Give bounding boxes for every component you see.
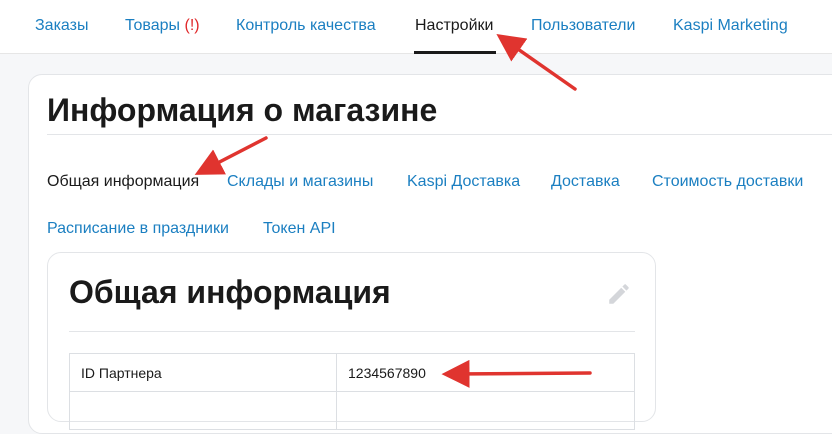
subtab-kaspi-delivery[interactable]: Kaspi Доставка [407,172,520,192]
tab-quality-control[interactable]: Контроль качества [236,16,376,36]
table-row: ID Партнера 1234567890 [69,353,635,392]
subtab-api-token[interactable]: Токен API [263,219,336,239]
subtab-holiday-schedule[interactable]: Расписание в праздники [47,219,229,239]
subtab-delivery-cost[interactable]: Стоимость доставки [652,172,803,192]
divider [69,331,635,332]
tab-settings[interactable]: Настройки [415,16,493,36]
subtab-delivery[interactable]: Доставка [551,172,620,192]
active-tab-indicator [414,51,496,54]
warning-badge: (!) [184,17,200,34]
tab-products[interactable]: Товары (!) [125,16,200,36]
top-navigation: Заказы Товары (!) Контроль качества Наст… [0,0,832,54]
table-row [69,391,635,430]
subtab-general-info[interactable]: Общая информация [47,172,199,192]
info-table: ID Партнера 1234567890 [69,353,635,430]
tab-products-label: Товары [125,17,181,34]
partner-id-value: 1234567890 [336,353,635,392]
tab-kaspi-marketing[interactable]: Kaspi Marketing [673,16,788,36]
tab-users[interactable]: Пользователи [531,16,635,36]
pencil-icon[interactable] [606,281,632,307]
tab-orders[interactable]: Заказы [35,16,88,36]
table-cell [336,391,635,430]
page-title: Информация о магазине [47,92,438,128]
subtab-warehouses[interactable]: Склады и магазины [227,172,373,192]
partner-id-label: ID Партнера [69,353,337,392]
section-title: Общая информация [69,274,391,310]
table-cell [69,391,337,430]
divider [47,134,832,135]
